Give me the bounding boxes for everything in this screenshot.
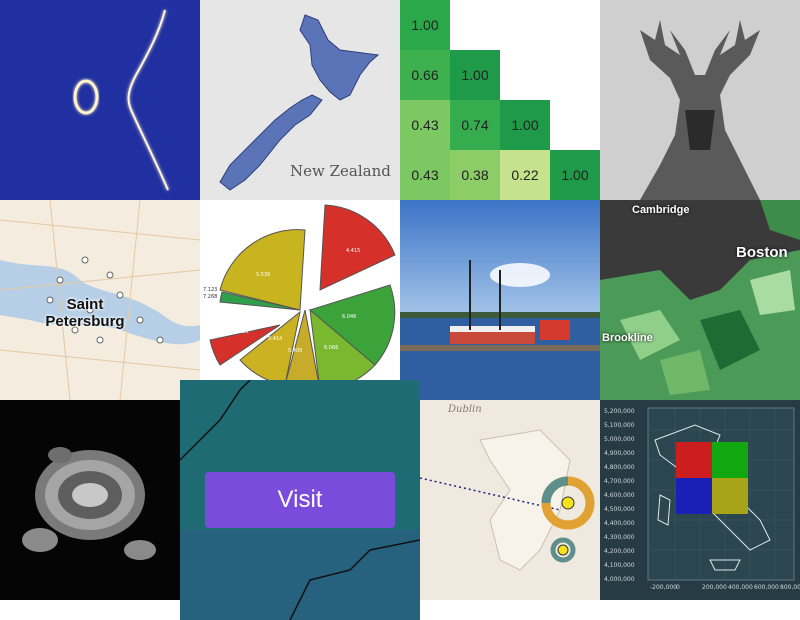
x-tick-label: 600,000 (754, 584, 779, 591)
x-tick-label: 400,000 (728, 584, 753, 591)
matrix-cell: 1.00 (550, 150, 600, 200)
matrix-cell: 0.43 (400, 150, 450, 200)
y-tick-label: 4,300,000 (604, 534, 635, 541)
route-map-thumbnail[interactable]: Dublin (420, 400, 600, 600)
route-map (420, 429, 595, 571)
x-tick-label: -200,000 (650, 584, 677, 591)
pie-chart: 4.415 5.539 6.046 6.066 5.400 5.414 4.42… (203, 204, 396, 391)
italy-map-thumbnail[interactable]: 5,200,000 5,100,000 5,000,000 4,900,000 4,80… (600, 400, 800, 600)
new-zealand-map-thumbnail[interactable]: New Zealand (200, 0, 400, 200)
y-tick-label: 5,100,000 (604, 422, 635, 429)
pie-label: 6.066 (324, 345, 338, 351)
pie-label: 5.400 (288, 348, 302, 354)
x-tick-label: 200,000 (702, 584, 727, 591)
pie-label: 4.415 (346, 248, 360, 254)
matrix-cell: 1.00 (500, 100, 550, 150)
pie-label: 5.414 (268, 336, 282, 342)
country-label: New Zealand (290, 162, 391, 180)
pie-label: 7.268 (203, 294, 217, 300)
harbour-photo-thumbnail[interactable] (400, 200, 600, 400)
matrix-cell: 0.66 (400, 50, 450, 100)
pie-label: 7.123 (203, 287, 217, 293)
y-tick-label: 4,600,000 (604, 492, 635, 499)
stag-image (600, 0, 800, 200)
matrix-cell: 1.00 (400, 0, 450, 50)
x-tick-label: 800,000 (780, 584, 800, 591)
city-label-line-1: Saint (66, 296, 104, 313)
matrix-cell: 0.22 (500, 150, 550, 200)
y-tick-label: 4,900,000 (604, 450, 635, 457)
y-tick-label: 4,400,000 (604, 520, 635, 527)
city-label: Saint Petersburg (40, 296, 130, 330)
glow-curve-thumbnail[interactable] (0, 0, 200, 200)
stag-art-thumbnail[interactable] (600, 0, 800, 200)
city-label-line-2: Petersburg (45, 313, 125, 330)
pie-label: 5.539 (256, 272, 270, 278)
map-label-boston: Boston (736, 244, 788, 261)
matrix-cell: 0.38 (450, 150, 500, 200)
fractal-image (22, 447, 156, 560)
matrix-cell: 0.74 (450, 100, 500, 150)
map-label-cambridge: Cambridge (632, 204, 690, 216)
pie-label: 6.046 (342, 314, 356, 320)
y-tick-label: 4,700,000 (604, 478, 635, 485)
y-tick-label: 4,200,000 (604, 548, 635, 555)
matrix-cell: 0.43 (400, 100, 450, 150)
y-tick-label: 4,800,000 (604, 464, 635, 471)
visit-button[interactable]: Visit (205, 472, 395, 528)
saint-petersburg-map-thumbnail[interactable]: Saint Petersburg (0, 200, 200, 400)
correlation-matrix-thumbnail[interactable]: 1.00 0.66 1.00 0.43 0.74 1.00 0.43 0.38 0.22 1.00 (400, 0, 600, 200)
y-tick-label: 4,500,000 (604, 506, 635, 513)
italy-map (647, 407, 795, 581)
fractal-render-thumbnail[interactable] (0, 400, 180, 600)
matrix-cell: 1.00 (450, 50, 500, 100)
boston-choropleth (600, 200, 800, 400)
y-tick-label: 4,100,000 (604, 562, 635, 569)
pie-chart-thumbnail[interactable]: 4.415 5.539 6.046 6.066 5.400 5.414 4.42… (200, 200, 400, 400)
pie-label: 4.423 (234, 329, 248, 335)
y-tick-label: 5,200,000 (604, 408, 635, 415)
terrain-map-card: Visit (180, 380, 420, 620)
map-label-brookline: Brookline (602, 332, 653, 344)
y-tick-label: 4,000,000 (604, 576, 635, 583)
boston-map-thumbnail[interactable]: Cambridge Boston Brookline (600, 200, 800, 400)
pie-label: 5.566 (258, 310, 272, 316)
harbour-photo (400, 200, 600, 400)
x-tick-label: 0 (676, 584, 680, 591)
y-tick-label: 5,000,000 (604, 436, 635, 443)
city-label-dublin: Dublin (448, 404, 482, 415)
glow-curve-graphic (73, 9, 169, 191)
